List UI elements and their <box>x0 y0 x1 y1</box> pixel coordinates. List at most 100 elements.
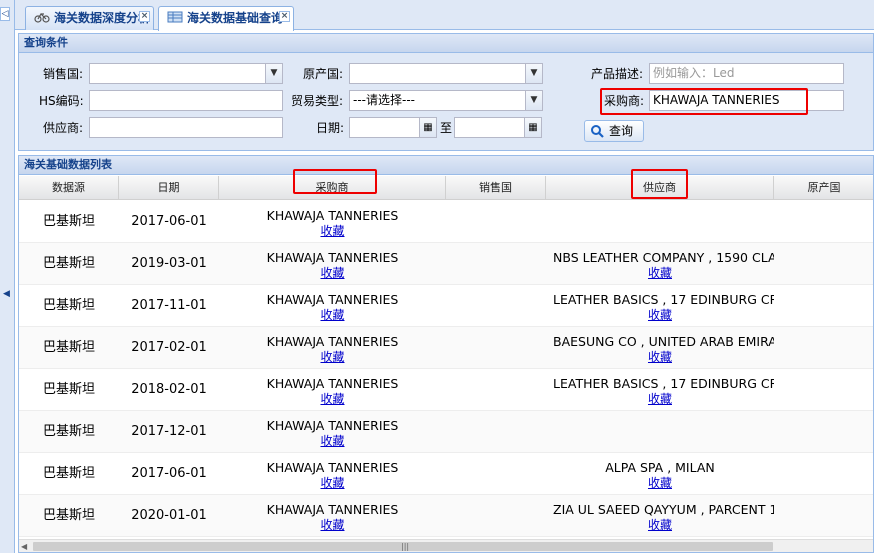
favorite-link[interactable]: 收藏 <box>546 266 774 280</box>
buyer-name: KHAWAJA TANNERIES <box>266 292 399 307</box>
col-date[interactable]: 日期 <box>119 176 219 200</box>
table-row[interactable]: 巴基斯坦 2017-02-01 KHAWAJA TANNERIES 收藏 BAESUNG… <box>19 327 873 369</box>
table-row[interactable]: 巴基斯坦 2017-11-01 KHAWAJA TANNERIES 收藏 LEATHER… <box>19 285 873 327</box>
sales-country-label: 销售国: <box>43 67 84 81</box>
date-cell: 2017-06-01 <box>131 466 207 481</box>
favorite-link[interactable]: 收藏 <box>546 518 774 532</box>
product-desc-input[interactable]: 例如输入：Led <box>649 63 844 84</box>
grid-body: 巴基斯坦 2017-06-01 KHAWAJA TANNERIES 收藏 巴基斯坦 201… <box>19 201 873 537</box>
buyer-name: KHAWAJA TANNERIES <box>266 208 399 223</box>
date-cell: 2017-12-01 <box>131 424 207 439</box>
supplier-cell: LEATHER BASICS , 17 EDINBURG CR 收藏 <box>546 285 774 327</box>
favorite-link[interactable]: 收藏 <box>546 308 774 322</box>
left-collapse-strip: ◁ ◀ <box>0 0 15 553</box>
date-label: 日期: <box>316 121 345 135</box>
buyer-column-highlight-box <box>293 169 377 194</box>
origin-country-select[interactable]: ▼ <box>349 63 543 84</box>
buyer-name: KHAWAJA TANNERIES <box>266 460 399 475</box>
date-from-input[interactable] <box>349 117 420 138</box>
buyer-cell: KHAWAJA TANNERIES 收藏 <box>219 495 446 537</box>
buyer-name: KHAWAJA TANNERIES <box>266 502 399 517</box>
buyer-name: KHAWAJA TANNERIES <box>266 334 399 349</box>
date-cell: 2017-06-01 <box>131 214 207 229</box>
col-source[interactable]: 数据源 <box>19 176 119 200</box>
supplier-name: ALPA SPA , MILAN <box>605 460 715 475</box>
buyer-cell: KHAWAJA TANNERIES 收藏 <box>219 411 446 453</box>
favorite-link[interactable]: 收藏 <box>219 476 446 490</box>
supplier-cell: BAESUNG CO , UNITED ARAB EMIRA 收藏 <box>546 327 774 369</box>
query-button[interactable]: 查询 <box>584 120 644 142</box>
tab-deep-analysis[interactable]: 海关数据深度分析 × <box>25 6 154 30</box>
source-cell: 巴基斯坦 <box>42 424 95 439</box>
date-to-input[interactable] <box>454 117 525 138</box>
bicycle-icon <box>34 13 50 23</box>
chevron-down-icon[interactable]: ▼ <box>525 91 542 110</box>
favorite-link[interactable]: 收藏 <box>546 476 774 490</box>
calendar-icon[interactable]: ▦ <box>525 117 542 138</box>
collapse-left-icon[interactable]: ◁ <box>0 7 10 21</box>
calendar-icon[interactable]: ▦ <box>420 117 437 138</box>
source-cell: 巴基斯坦 <box>42 466 95 481</box>
supplier-cell: ALPA SPA , MILAN 收藏 <box>546 453 774 495</box>
hs-code-label: HS编码: <box>39 94 84 108</box>
table-row[interactable]: 巴基斯坦 2017-12-01 KHAWAJA TANNERIES 收藏 <box>19 411 873 453</box>
product-desc-label: 产品描述: <box>591 67 644 81</box>
date-cell: 2019-03-01 <box>131 256 207 271</box>
buyer-cell: KHAWAJA TANNERIES 收藏 <box>219 201 446 243</box>
favorite-link[interactable]: 收藏 <box>546 392 774 406</box>
table-row[interactable]: 巴基斯坦 2020-01-01 KHAWAJA TANNERIES 收藏 ZIA UL … <box>19 495 873 537</box>
chevron-down-icon[interactable]: ▼ <box>525 64 542 83</box>
buyer-cell: KHAWAJA TANNERIES 收藏 <box>219 453 446 495</box>
supplier-input[interactable] <box>89 117 283 138</box>
favorite-link[interactable]: 收藏 <box>219 308 446 322</box>
query-panel: 查询条件 销售国: ▼ 原产国: ▼ 产品描述: 例如输入：Led HS编码: … <box>18 33 874 151</box>
tab-bar: 海关数据深度分析 × 海关数据基础查询 × <box>15 0 874 31</box>
date-cell: 2020-01-01 <box>131 508 207 523</box>
table-row[interactable]: 巴基斯坦 2018-02-01 KHAWAJA TANNERIES 收藏 LEATHER… <box>19 369 873 411</box>
trade-type-value: ---请选择--- <box>353 93 415 107</box>
expand-arrow-icon[interactable]: ◀ <box>3 284 11 304</box>
tab-label: 海关数据深度分析 <box>54 11 151 25</box>
grid-header: 数据源 日期 采购商 销售国 供应商 原产国 <box>19 176 873 200</box>
trade-type-label: 贸易类型: <box>291 94 344 108</box>
chevron-down-icon[interactable]: ▼ <box>265 64 282 83</box>
source-cell: 巴基斯坦 <box>42 298 95 313</box>
tab-basic-query[interactable]: 海关数据基础查询 × <box>158 6 294 31</box>
favorite-link[interactable]: 收藏 <box>219 350 446 364</box>
date-to-label: 至 <box>440 121 453 135</box>
horizontal-scrollbar[interactable]: ◀ ||| <box>19 539 873 552</box>
date-cell: 2017-02-01 <box>131 340 207 355</box>
grid-panel: 海关基础数据列表 数据源 日期 采购商 销售国 供应商 原产国 巴基斯坦 2017… <box>18 155 874 553</box>
buyer-name: KHAWAJA TANNERIES <box>266 376 399 391</box>
close-icon[interactable]: × <box>139 11 150 22</box>
scroll-left-icon[interactable]: ◀ <box>21 540 27 552</box>
scroll-grip-icon: ||| <box>401 542 410 551</box>
buyer-name: KHAWAJA TANNERIES <box>266 250 399 265</box>
favorite-link[interactable]: 收藏 <box>219 266 446 280</box>
supplier-cell: NBS LEATHER COMPANY , 1590 CLA 收藏 <box>546 243 774 285</box>
col-sales-country[interactable]: 销售国 <box>446 176 546 200</box>
sales-country-select[interactable]: ▼ <box>89 63 283 84</box>
favorite-link[interactable]: 收藏 <box>219 518 446 532</box>
hs-code-input[interactable] <box>89 90 283 111</box>
source-cell: 巴基斯坦 <box>42 382 95 397</box>
table-row[interactable]: 巴基斯坦 2017-06-01 KHAWAJA TANNERIES 收藏 ALPA SP… <box>19 453 873 495</box>
trade-type-select[interactable]: ---请选择--- ▼ <box>349 90 543 111</box>
tab-label: 海关数据基础查询 <box>187 11 284 25</box>
source-cell: 巴基斯坦 <box>42 214 95 229</box>
favorite-link[interactable]: 收藏 <box>546 350 774 364</box>
favorite-link[interactable]: 收藏 <box>219 392 446 406</box>
favorite-link[interactable]: 收藏 <box>219 434 446 448</box>
supplier-column-highlight-box <box>631 169 688 199</box>
buyer-cell: KHAWAJA TANNERIES 收藏 <box>219 243 446 285</box>
favorite-link[interactable]: 收藏 <box>219 224 446 238</box>
supplier-name: NBS LEATHER COMPANY , 1590 CLA <box>553 250 774 265</box>
close-icon[interactable]: × <box>279 11 290 22</box>
supplier-name: ZIA UL SAEED QAYYUM , PARCENT 1 <box>553 502 774 517</box>
source-cell: 巴基斯坦 <box>42 340 95 355</box>
table-row[interactable]: 巴基斯坦 2019-03-01 KHAWAJA TANNERIES 收藏 NBS LEA… <box>19 243 873 285</box>
date-cell: 2018-02-01 <box>131 382 207 397</box>
table-row[interactable]: 巴基斯坦 2017-06-01 KHAWAJA TANNERIES 收藏 <box>19 201 873 243</box>
col-origin-country[interactable]: 原产国 <box>774 176 873 200</box>
date-cell: 2017-11-01 <box>131 298 207 313</box>
